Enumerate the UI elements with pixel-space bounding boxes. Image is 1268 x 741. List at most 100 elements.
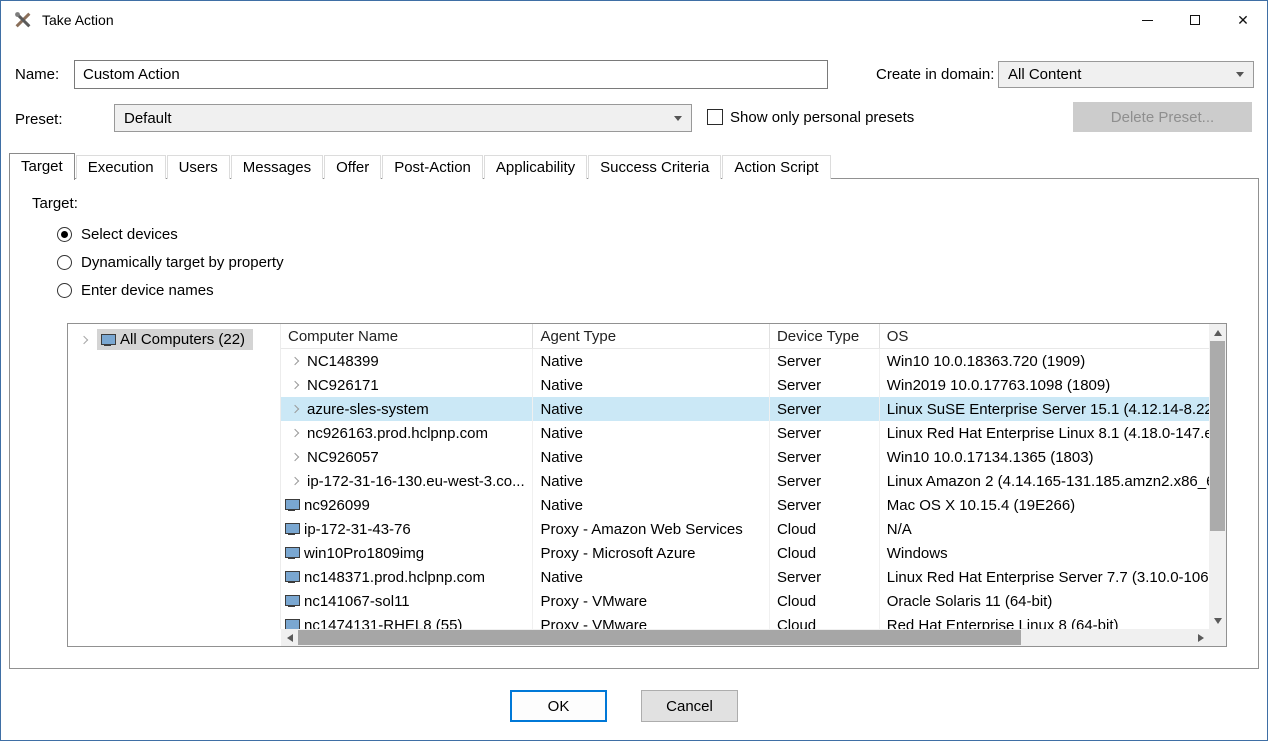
expand-chevron-icon[interactable] (291, 405, 299, 413)
expand-chevron-icon[interactable] (291, 429, 299, 437)
tab-offer[interactable]: Offer (324, 155, 381, 179)
radio-select-devices[interactable]: Select devices (57, 220, 284, 248)
device-row[interactable]: NC148399NativeServerWin10 10.0.18363.720… (281, 349, 1209, 373)
computer-name: NC926171 (307, 377, 379, 394)
device-type-cell: Server (770, 397, 880, 421)
computer-icon (285, 619, 299, 629)
radio-label: Dynamically target by property (81, 254, 284, 271)
computer-name: nc148371.prod.hclpnp.com (304, 569, 485, 586)
maximize-button[interactable] (1171, 1, 1219, 39)
agent-type-cell: Native (533, 349, 770, 373)
tab-post-action[interactable]: Post-Action (382, 155, 483, 179)
column-header-os[interactable]: OS (880, 324, 1209, 348)
computer-name-cell: nc1474131-RHEL8 (55) (281, 613, 533, 629)
tree-item-all-computers[interactable]: All Computers (22) (68, 328, 280, 351)
computer-icon (285, 547, 299, 559)
computer-name-cell: azure-sles-system (281, 397, 533, 421)
horizontal-scrollbar[interactable] (281, 629, 1209, 646)
column-header-computer-name[interactable]: Computer Name (281, 324, 533, 348)
device-row[interactable]: ip-172-31-43-76Proxy - Amazon Web Servic… (281, 517, 1209, 541)
column-header-agent-type[interactable]: Agent Type (533, 324, 769, 348)
expand-chevron-icon[interactable] (80, 335, 88, 343)
expand-chevron-icon[interactable] (291, 453, 299, 461)
ok-button[interactable]: OK (510, 690, 607, 722)
device-type-cell: Server (770, 373, 880, 397)
device-row[interactable]: nc926163.prod.hclpnp.comNativeServerLinu… (281, 421, 1209, 445)
close-icon: ✕ (1237, 13, 1249, 27)
device-row[interactable]: nc1474131-RHEL8 (55)Proxy - VMwareCloudR… (281, 613, 1209, 629)
scroll-left-button[interactable] (281, 629, 298, 646)
scroll-down-button[interactable] (1209, 612, 1226, 629)
device-type-cell: Server (770, 565, 880, 589)
computer-name-cell: NC926171 (281, 373, 533, 397)
device-row[interactable]: nc141067-sol11Proxy - VMwareCloudOracle … (281, 589, 1209, 613)
device-row[interactable]: nc926099NativeServerMac OS X 10.15.4 (19… (281, 493, 1209, 517)
cancel-button[interactable]: Cancel (641, 690, 738, 722)
delete-preset-button[interactable]: Delete Preset... (1073, 102, 1252, 132)
computer-name: ip-172-31-43-76 (304, 521, 411, 538)
computer-name: ip-172-31-16-130.eu-west-3.co... (307, 473, 525, 490)
tab-success-criteria[interactable]: Success Criteria (588, 155, 721, 179)
device-type-cell: Cloud (770, 517, 880, 541)
computer-icon (285, 571, 299, 583)
tab-applicability[interactable]: Applicability (484, 155, 587, 179)
computer-icon (285, 595, 299, 607)
column-header-device-type[interactable]: Device Type (770, 324, 880, 348)
scroll-up-button[interactable] (1209, 324, 1226, 341)
agent-type-cell: Proxy - VMware (533, 589, 770, 613)
tab-execution[interactable]: Execution (76, 155, 166, 179)
os-cell: Win10 10.0.17134.1365 (1803) (880, 445, 1209, 469)
expand-chevron-icon[interactable] (291, 477, 299, 485)
computer-name: NC926057 (307, 449, 379, 466)
vertical-scrollbar[interactable] (1209, 324, 1226, 629)
os-cell: Red Hat Enterprise Linux 8 (64-bit) (880, 613, 1209, 629)
device-row[interactable]: ip-172-31-16-130.eu-west-3.co...NativeSe… (281, 469, 1209, 493)
close-button[interactable]: ✕ (1219, 1, 1267, 39)
target-section-label: Target: (32, 195, 78, 212)
device-row[interactable]: NC926171NativeServerWin2019 10.0.17763.1… (281, 373, 1209, 397)
tab-messages[interactable]: Messages (231, 155, 323, 179)
preset-select[interactable]: Default (114, 104, 692, 132)
device-type-cell: Server (770, 445, 880, 469)
os-cell: Linux Red Hat Enterprise Linux 8.1 (4.18… (880, 421, 1209, 445)
arrow-up-icon (1214, 330, 1222, 336)
window-title: Take Action (42, 12, 114, 28)
show-personal-presets-checkbox[interactable] (707, 109, 723, 125)
computer-name: nc1474131-RHEL8 (55) (304, 617, 462, 630)
scroll-right-button[interactable] (1192, 629, 1209, 646)
arrow-down-icon (1214, 618, 1222, 624)
create-in-domain-label: Create in domain: (876, 66, 994, 83)
name-input[interactable] (74, 60, 828, 89)
device-row[interactable]: NC926057NativeServerWin10 10.0.17134.136… (281, 445, 1209, 469)
tab-target[interactable]: Target (9, 153, 75, 180)
radio-dynamically-target-by-property[interactable]: Dynamically target by property (57, 248, 284, 276)
window-controls: ✕ (1123, 1, 1267, 39)
os-cell: Windows (880, 541, 1209, 565)
tab-action-script[interactable]: Action Script (722, 155, 830, 179)
radio-enter-device-names[interactable]: Enter device names (57, 276, 284, 304)
tab-users[interactable]: Users (167, 155, 230, 179)
tree-item-selection: All Computers (22) (97, 329, 253, 350)
computer-name: nc926163.prod.hclpnp.com (307, 425, 488, 442)
device-table-body: NC148399NativeServerWin10 10.0.18363.720… (281, 349, 1209, 629)
scrollbar-corner (1209, 629, 1226, 646)
minimize-icon (1142, 20, 1153, 21)
domain-select[interactable]: All Content (998, 61, 1254, 88)
vertical-scroll-thumb[interactable] (1210, 341, 1225, 531)
computers-icon (101, 334, 115, 346)
computer-name-cell: NC148399 (281, 349, 533, 373)
computer-icon (285, 499, 299, 511)
preset-label: Preset: (15, 111, 63, 128)
os-cell: Linux Red Hat Enterprise Server 7.7 (3.1… (880, 565, 1209, 589)
minimize-button[interactable] (1123, 1, 1171, 39)
horizontal-scroll-thumb[interactable] (298, 630, 1021, 645)
device-row[interactable]: win10Pro1809imgProxy - Microsoft AzureCl… (281, 541, 1209, 565)
expand-chevron-icon[interactable] (291, 357, 299, 365)
expand-chevron-icon[interactable] (291, 381, 299, 389)
tree-item-label: All Computers (22) (120, 331, 245, 348)
arrow-left-icon (287, 634, 293, 642)
device-type-cell: Cloud (770, 541, 880, 565)
device-row[interactable]: nc148371.prod.hclpnp.comNativeServerLinu… (281, 565, 1209, 589)
device-row[interactable]: azure-sles-systemNativeServerLinux SuSE … (281, 397, 1209, 421)
computer-name: win10Pro1809img (304, 545, 424, 562)
